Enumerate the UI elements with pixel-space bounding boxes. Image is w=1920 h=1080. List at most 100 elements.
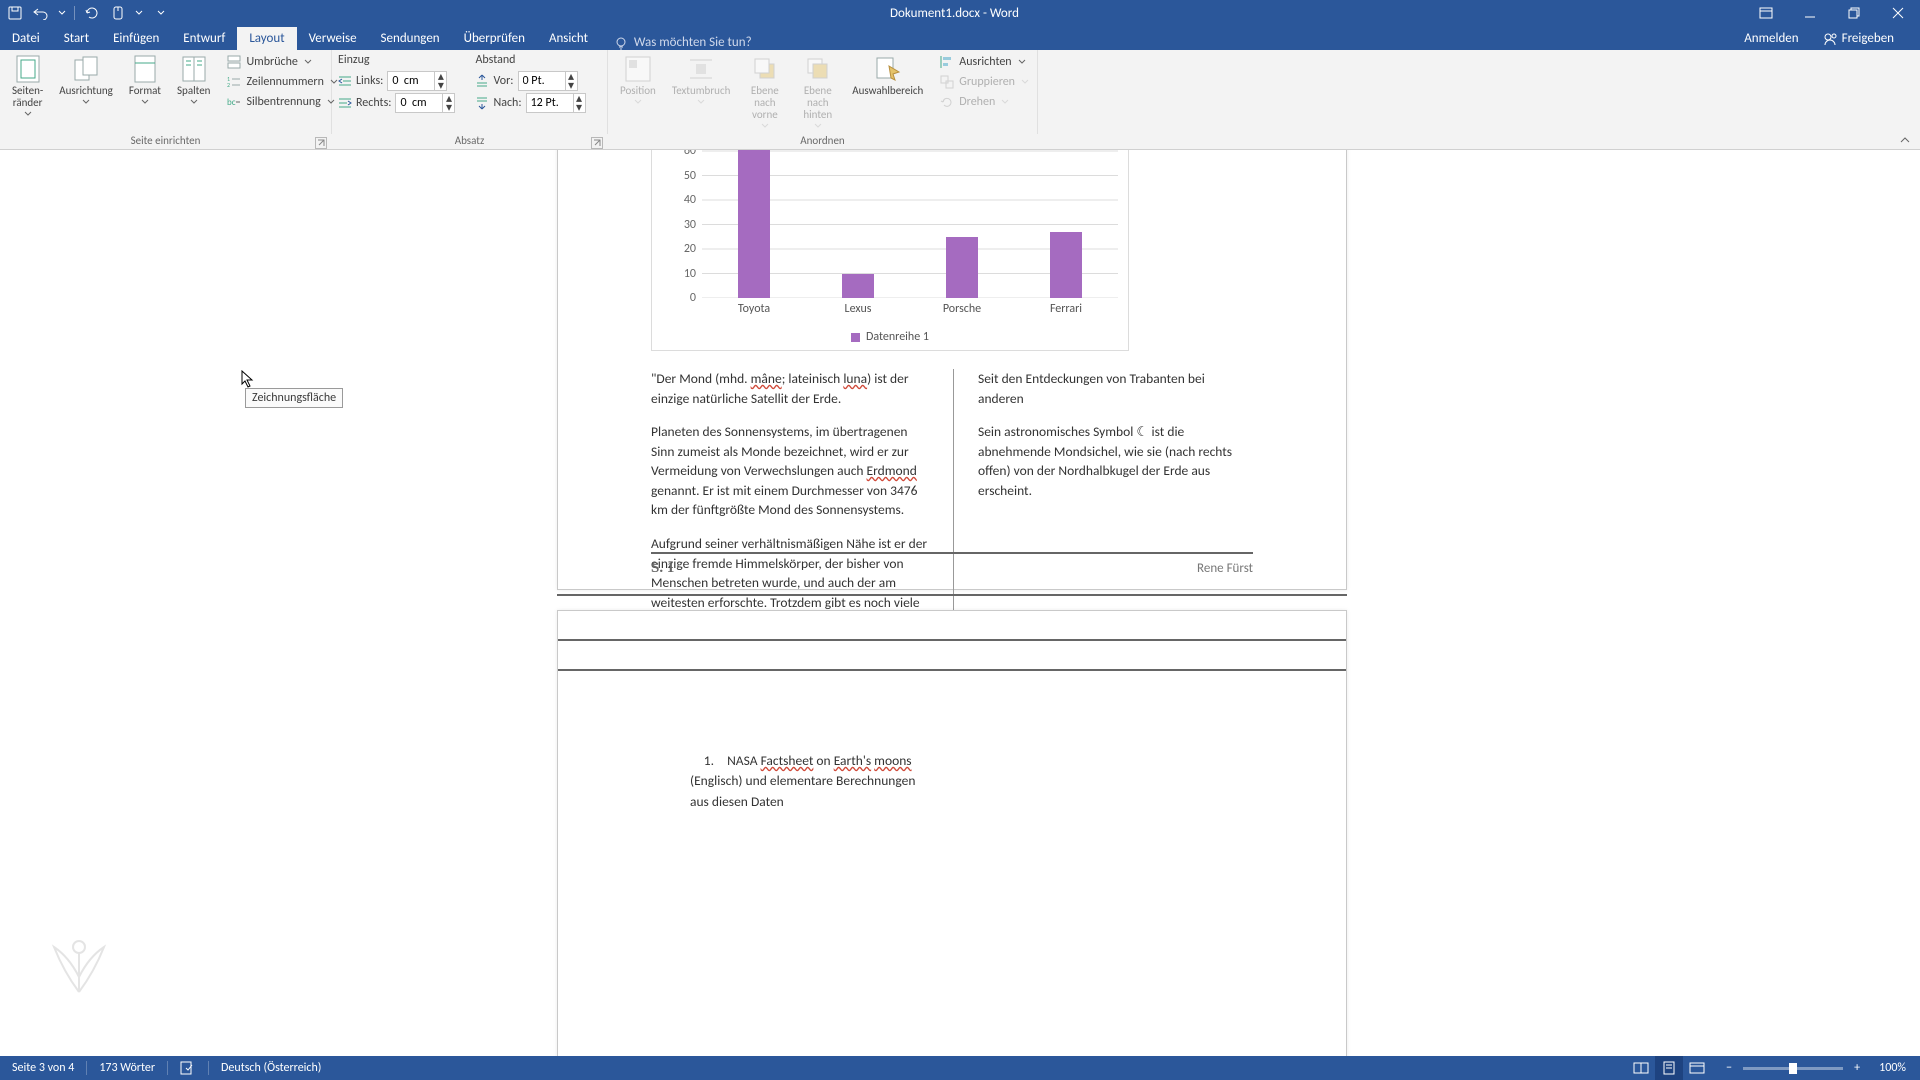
tab-layout[interactable]: Layout <box>237 27 296 50</box>
chart-category-label: Ferrari <box>1050 302 1082 316</box>
page-setup-launcher[interactable] <box>315 137 327 149</box>
sign-in-button[interactable]: Anmelden <box>1736 27 1806 50</box>
paragraph[interactable]: "Der Mond (mhd. mâne; lateinisch luna) i… <box>651 369 931 408</box>
indent-left-input[interactable] <box>388 74 434 88</box>
chart-bar[interactable] <box>842 274 874 299</box>
tab-file[interactable]: Datei <box>0 27 52 50</box>
tab-home[interactable]: Start <box>52 27 101 50</box>
text-run: "Der Mond (mhd. <box>651 370 751 387</box>
spellcheck-word[interactable]: Factsheet <box>761 752 814 769</box>
paragraph[interactable]: Sein astronomisches Symbol ☾ ist die abn… <box>978 422 1233 500</box>
columns-button[interactable]: Spalten <box>171 53 216 107</box>
spellcheck-word[interactable]: Earth's <box>834 752 871 769</box>
list-item[interactable]: 1. NASA Factsheet on Earth's moons (Engl… <box>690 751 930 812</box>
indent-right-icon <box>338 96 352 110</box>
chart-plot-area[interactable] <box>702 150 1118 298</box>
window-restore-button[interactable] <box>1832 0 1876 26</box>
numbered-list[interactable]: 1. NASA Factsheet on Earth's moons (Engl… <box>690 751 930 812</box>
align-button[interactable]: Ausrichten <box>937 53 1031 71</box>
document-page-2[interactable]: 1. NASA Factsheet on Earth's moons (Engl… <box>557 610 1347 1056</box>
chart-bar[interactable] <box>1050 232 1082 298</box>
qat-touch-dropdown[interactable] <box>135 10 143 16</box>
window-minimize-button[interactable] <box>1788 0 1832 26</box>
tell-me-container[interactable] <box>614 35 854 50</box>
zoom-out-button[interactable]: − <box>1721 1061 1737 1075</box>
watermark-icon <box>34 922 124 1012</box>
zoom-slider-thumb[interactable] <box>1789 1063 1797 1074</box>
paragraph[interactable]: Planeten des Sonnensystems, im übertrage… <box>651 422 931 520</box>
chevron-down-icon <box>761 123 769 129</box>
hyphenation-button[interactable]: bc Silbentrennung <box>224 93 339 111</box>
view-read-mode-button[interactable] <box>1627 1056 1655 1080</box>
paragraph-launcher[interactable] <box>591 137 603 149</box>
send-backward-icon <box>804 55 832 83</box>
chevron-down-icon <box>697 99 705 105</box>
zoom-slider[interactable] <box>1743 1067 1843 1070</box>
spacing-before-spinbox[interactable]: ▴▾ <box>518 71 578 91</box>
spellcheck-word[interactable]: mâne <box>751 370 782 387</box>
window-title: Dokument1.docx - Word <box>165 6 1744 21</box>
status-page[interactable]: Seite 3 von 4 <box>0 1061 86 1075</box>
ribbon-display-options-button[interactable] <box>1744 0 1788 26</box>
spacing-after-spinbox[interactable]: ▴▾ <box>526 93 586 113</box>
window-close-button[interactable] <box>1876 0 1920 26</box>
view-web-layout-button[interactable] <box>1683 1056 1711 1080</box>
bulb-icon <box>614 36 628 50</box>
columns-icon <box>180 55 208 83</box>
chart-y-tick-label: 30 <box>652 218 696 232</box>
paragraph[interactable]: Seit den Entdeckungen von Trabanten bei … <box>978 369 1233 408</box>
spin-down[interactable]: ▾ <box>442 103 454 112</box>
chevron-down-icon <box>1021 79 1029 85</box>
spellcheck-word[interactable]: moons <box>874 752 911 769</box>
collapse-ribbon-button[interactable] <box>1898 133 1912 147</box>
tab-references[interactable]: Verweise <box>297 27 369 50</box>
status-proofing-button[interactable] <box>168 1061 208 1075</box>
spellcheck-word[interactable]: Erdmond <box>867 462 917 479</box>
breaks-button[interactable]: Umbrüche <box>224 53 339 71</box>
line-numbers-button[interactable]: 12 Zeilennummern <box>224 73 339 91</box>
qat-save-button[interactable] <box>6 4 24 22</box>
chevron-down-icon <box>24 111 32 117</box>
qat-touch-mouse-button[interactable] <box>109 4 127 22</box>
qat-undo-dropdown[interactable] <box>58 10 66 16</box>
chart-category-label: Porsche <box>943 302 981 316</box>
status-language[interactable]: Deutsch (Österreich) <box>209 1061 333 1075</box>
view-print-layout-button[interactable] <box>1655 1056 1683 1080</box>
spin-down[interactable]: ▾ <box>573 103 585 112</box>
selection-pane-button[interactable]: Auswahlbereich <box>846 53 929 99</box>
share-button[interactable]: Freigeben <box>1815 27 1902 50</box>
tab-design[interactable]: Entwurf <box>171 27 237 50</box>
qat-redo-button[interactable] <box>83 4 101 22</box>
selection-pane-label: Auswahlbereich <box>852 85 923 97</box>
margins-button[interactable]: Seiten- ränder <box>6 53 49 119</box>
indent-right-input[interactable] <box>396 96 442 110</box>
indent-right-spinbox[interactable]: ▴▾ <box>395 93 455 113</box>
chart-bar[interactable] <box>946 237 978 298</box>
orientation-button[interactable]: Ausrichtung <box>53 53 119 107</box>
chart-frame[interactable]: 01020304050607080 ToyotaLexusPorscheFerr… <box>651 150 1129 351</box>
tab-view[interactable]: Ansicht <box>537 27 600 50</box>
zoom-in-button[interactable]: + <box>1849 1061 1865 1075</box>
status-word-count[interactable]: 173 Wörter <box>87 1061 167 1075</box>
qat-customize-dropdown[interactable] <box>157 10 165 16</box>
text-run: on <box>813 752 833 769</box>
tab-review[interactable]: Überprüfen <box>452 27 537 50</box>
rotate-label: Drehen <box>959 95 995 109</box>
spin-down[interactable]: ▾ <box>434 81 446 90</box>
document-page-1[interactable]: 01020304050607080 ToyotaLexusPorscheFerr… <box>557 150 1347 590</box>
chart-bar[interactable] <box>738 150 770 298</box>
spin-down[interactable]: ▾ <box>565 81 577 90</box>
qat-undo-button[interactable] <box>32 4 50 22</box>
page-footer[interactable]: S. 1 Rene Fürst <box>651 552 1253 577</box>
zoom-level[interactable]: 100% <box>1871 1061 1910 1075</box>
tab-insert[interactable]: Einfügen <box>101 27 171 50</box>
indent-left-spinbox[interactable]: ▴▾ <box>387 71 447 91</box>
spacing-after-input[interactable] <box>527 96 573 110</box>
tell-me-input[interactable] <box>634 35 854 50</box>
tab-mailings[interactable]: Sendungen <box>369 27 452 50</box>
spacing-before-input[interactable] <box>519 74 565 88</box>
document-canvas[interactable]: Zeichnungsfläche 01020304050607080 Toyot… <box>0 150 1920 1056</box>
size-button[interactable]: Format <box>123 53 167 107</box>
spellcheck-word[interactable]: luna <box>843 370 867 387</box>
group-icon <box>939 74 955 90</box>
